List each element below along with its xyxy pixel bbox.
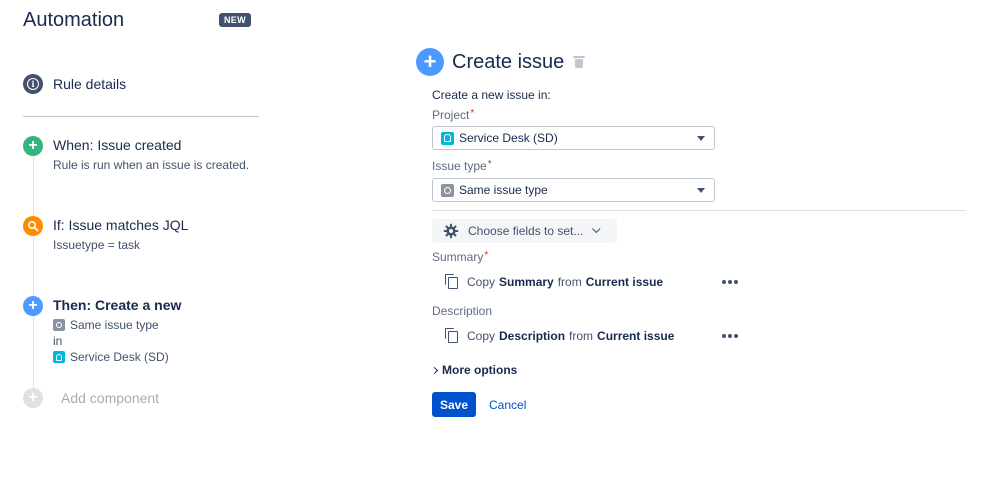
save-button[interactable]: Save bbox=[432, 392, 476, 417]
main-divider bbox=[432, 210, 966, 211]
description-copy-row: Copy Description from Current issue bbox=[445, 328, 674, 344]
step-title: When: Issue created bbox=[53, 137, 182, 153]
issue-type-select[interactable]: Same issue type bbox=[432, 178, 715, 202]
search-icon bbox=[23, 216, 43, 236]
plus-icon: + bbox=[23, 388, 43, 408]
project-icon bbox=[441, 131, 454, 145]
choose-fields-button[interactable]: Choose fields to set... bbox=[432, 219, 617, 243]
more-options-toggle[interactable]: More options bbox=[430, 363, 518, 377]
plus-icon: + bbox=[23, 296, 43, 316]
step-project-text: Service Desk (SD) bbox=[70, 350, 169, 364]
gear-icon bbox=[443, 223, 459, 239]
info-icon: i bbox=[23, 74, 43, 94]
rule-details-link[interactable]: i Rule details bbox=[23, 74, 126, 94]
page-title: Create issue bbox=[452, 50, 565, 73]
app-title: Automation bbox=[23, 9, 125, 31]
step-connector: in bbox=[53, 334, 63, 348]
step-project: Service Desk (SD) bbox=[53, 350, 169, 364]
required-marker: * bbox=[484, 250, 489, 261]
required-marker: * bbox=[470, 108, 475, 119]
chevron-right-icon bbox=[430, 366, 439, 374]
intro-text: Create a new issue in: bbox=[432, 88, 551, 102]
more-icon[interactable] bbox=[722, 334, 740, 338]
step-issue-type-text: Same issue type bbox=[70, 318, 159, 332]
choose-fields-label: Choose fields to set... bbox=[468, 224, 584, 238]
issue-type-label: Issue type* bbox=[432, 159, 492, 173]
issue-type-value: Same issue type bbox=[459, 183, 548, 197]
trash-icon[interactable] bbox=[573, 56, 586, 68]
caret-down-icon bbox=[697, 136, 705, 141]
step-title: If: Issue matches JQL bbox=[53, 217, 189, 233]
timeline-line bbox=[33, 146, 34, 396]
copy-icon bbox=[445, 274, 459, 290]
more-icon[interactable] bbox=[722, 280, 740, 284]
step-description: Rule is run when an issue is created. bbox=[53, 158, 250, 172]
description-label: Description bbox=[432, 304, 493, 318]
add-component-button[interactable]: + Add component bbox=[23, 388, 159, 408]
cancel-button[interactable]: Cancel bbox=[489, 398, 526, 412]
chevron-down-icon bbox=[592, 224, 601, 234]
plus-icon: + bbox=[416, 48, 444, 76]
issue-type-icon bbox=[53, 319, 65, 331]
copy-icon bbox=[445, 328, 459, 344]
step-title: Then: Create a new bbox=[53, 297, 182, 313]
rule-details-label: Rule details bbox=[53, 76, 127, 92]
summary-label: Summary* bbox=[432, 250, 489, 264]
caret-down-icon bbox=[697, 188, 705, 193]
project-value: Service Desk (SD) bbox=[459, 131, 558, 145]
add-component-label: Add component bbox=[61, 390, 160, 406]
new-badge: NEW bbox=[219, 13, 251, 27]
step-description: Issuetype = task bbox=[53, 238, 141, 252]
project-icon bbox=[53, 351, 65, 363]
main-header: + Create issue bbox=[416, 48, 586, 76]
step-issue-type: Same issue type bbox=[53, 318, 159, 332]
summary-copy-row: Copy Summary from Current issue bbox=[445, 274, 663, 290]
issue-type-icon bbox=[441, 183, 454, 197]
project-select[interactable]: Service Desk (SD) bbox=[432, 126, 715, 150]
plus-icon: + bbox=[23, 136, 43, 156]
sidebar-divider bbox=[23, 116, 259, 117]
required-marker: * bbox=[487, 159, 492, 170]
more-options-label: More options bbox=[442, 363, 518, 377]
project-label: Project* bbox=[432, 108, 475, 122]
